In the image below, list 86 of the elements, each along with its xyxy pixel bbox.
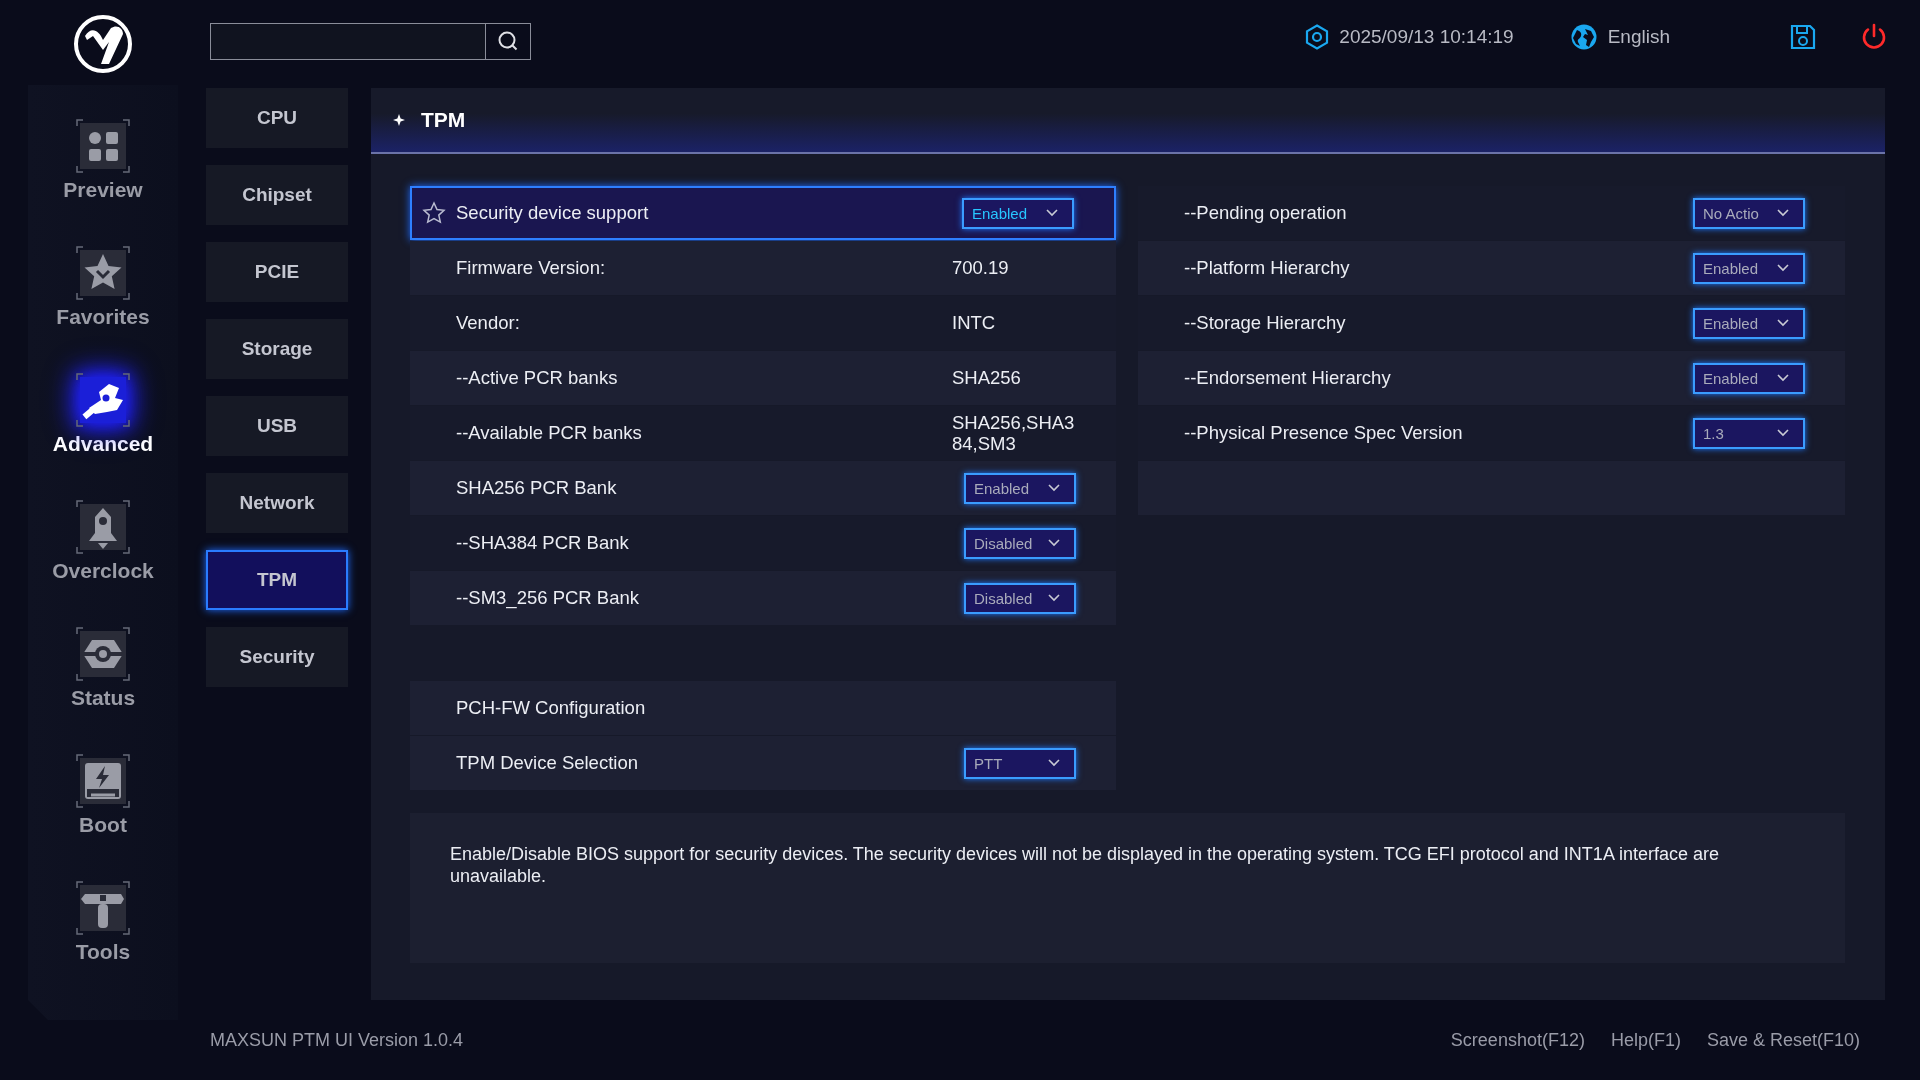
grid-icon <box>75 118 131 174</box>
eye-icon <box>75 626 131 682</box>
date-time: 2025/09/13 10:14:19 <box>1339 26 1514 48</box>
setting-row[interactable]: Firmware Version: 700.19 <box>410 241 1116 295</box>
brand-logo <box>73 14 133 74</box>
language-label[interactable]: English <box>1607 26 1670 48</box>
chevron-icon <box>1048 759 1060 767</box>
setting-label: --Endorsement Hierarchy <box>1184 367 1392 389</box>
globe-icon[interactable] <box>1569 23 1598 51</box>
setting-label: --Physical Presence Spec Version <box>1184 422 1464 444</box>
chevron-icon <box>1777 374 1789 382</box>
nav-item[interactable]: Favorites <box>28 241 178 368</box>
submenu-tab[interactable]: CPU <box>206 88 348 148</box>
setting-value: INTC <box>952 312 997 334</box>
search-button[interactable] <box>485 22 531 60</box>
star-icon[interactable] <box>422 201 446 225</box>
submenu-tab[interactable]: USB <box>206 396 348 456</box>
setting-label: PCH-FW Configuration <box>456 697 647 719</box>
setting-label: --Platform Hierarchy <box>1184 257 1351 279</box>
setting-row[interactable]: --Endorsement Hierarchy Enabled <box>1138 351 1845 405</box>
setting-row[interactable]: --Platform Hierarchy Enabled <box>1138 241 1845 295</box>
setting-label: --Pending operation <box>1184 202 1348 224</box>
panel-title: TPM <box>421 108 466 132</box>
search-icon <box>497 30 519 52</box>
power-icon[interactable] <box>1860 23 1888 51</box>
hexagon-icon <box>1305 24 1330 50</box>
chevron-icon <box>1777 429 1789 437</box>
setting-label: TPM Device Selection <box>456 752 639 774</box>
dropdown[interactable]: 1.3 <box>1693 417 1805 449</box>
nav-item[interactable]: Tools <box>28 876 178 1003</box>
nav-item[interactable]: Advanced <box>28 368 178 495</box>
chevron-icon <box>1048 484 1060 492</box>
rocket-icon <box>75 499 131 555</box>
dropdown[interactable]: Disabled <box>964 527 1076 559</box>
shortcut-link[interactable]: Help(F1) <box>1610 1029 1681 1051</box>
setting-label: --Active PCR banks <box>456 367 619 389</box>
setting-label: --Storage Hierarchy <box>1184 312 1347 334</box>
submenu-tab[interactable]: PCIE <box>206 242 348 302</box>
submenu-tab[interactable]: Network <box>206 473 348 533</box>
dropdown[interactable]: Enabled <box>1693 307 1805 339</box>
sparkle-icon <box>393 114 405 126</box>
nav-item[interactable]: Boot <box>28 749 178 876</box>
chevron-icon <box>1777 319 1789 327</box>
setting-label: Vendor: <box>456 312 521 334</box>
setting-value: SHA256,SHA384,SM3 <box>952 411 1076 455</box>
setting-row[interactable]: --Active PCR banks SHA256 <box>410 351 1116 405</box>
dropdown[interactable]: Enabled <box>1693 362 1805 394</box>
setting-label: SHA256 PCR Bank <box>456 477 618 499</box>
chevron-icon <box>1048 594 1060 602</box>
chevron-icon <box>1048 539 1060 547</box>
dropdown[interactable]: Enabled <box>962 197 1074 229</box>
dropdown[interactable]: Disabled <box>964 582 1076 614</box>
setting-value: 700.19 <box>952 257 1010 279</box>
setting-row[interactable]: SHA256 PCR Bank Enabled <box>410 461 1116 515</box>
setting-value: SHA256 <box>952 367 1022 389</box>
chevron-icon <box>1777 209 1789 217</box>
ssd-icon <box>75 753 131 809</box>
setting-label: --SM3_256 PCR Bank <box>456 587 641 609</box>
chevron-icon <box>1777 264 1789 272</box>
submenu-tab[interactable]: Security <box>206 627 348 687</box>
setting-row[interactable]: TPM Device Selection PTT <box>410 736 1116 790</box>
star-icon <box>75 245 131 301</box>
setting-label: Security device support <box>456 202 650 224</box>
nav-item[interactable]: Preview <box>28 114 178 241</box>
dropdown[interactable]: Enabled <box>964 472 1076 504</box>
setting-label: --Available PCR banks <box>456 422 643 444</box>
dropdown[interactable]: No Actio <box>1693 197 1805 229</box>
setting-row[interactable]: Security device support Enabled <box>410 186 1116 240</box>
submenu-tab[interactable]: Storage <box>206 319 348 379</box>
shortcut-link[interactable]: Save & Reset(F10) <box>1706 1029 1860 1051</box>
search-field[interactable] <box>210 22 485 60</box>
help-description: Enable/Disable BIOS support for security devices. The security devices will not be displayed in the operating system. TCG EFI protocol and INT1A interface are unavailable. <box>410 813 1845 963</box>
nav-item[interactable]: Status <box>28 622 178 749</box>
submenu-tab[interactable]: TPM <box>206 550 348 610</box>
nav-item[interactable]: Overclock <box>28 495 178 622</box>
setting-label: Firmware Version: <box>456 257 607 279</box>
version-label: MAXSUN PTM UI Version 1.0.4 <box>210 1029 464 1051</box>
setting-label: --SHA384 PCR Bank <box>456 532 630 554</box>
dropdown[interactable]: Enabled <box>1693 252 1805 284</box>
hammer-icon <box>75 880 131 936</box>
submenu-tab[interactable]: Chipset <box>206 165 348 225</box>
shortcut-link[interactable]: Screenshot(F12) <box>1450 1029 1585 1051</box>
setting-row[interactable]: PCH-FW Configuration <box>410 681 1116 735</box>
dropdown[interactable]: PTT <box>964 747 1076 779</box>
setting-row[interactable]: --SM3_256 PCR Bank Disabled <box>410 571 1116 625</box>
chevron-icon <box>1046 209 1058 217</box>
